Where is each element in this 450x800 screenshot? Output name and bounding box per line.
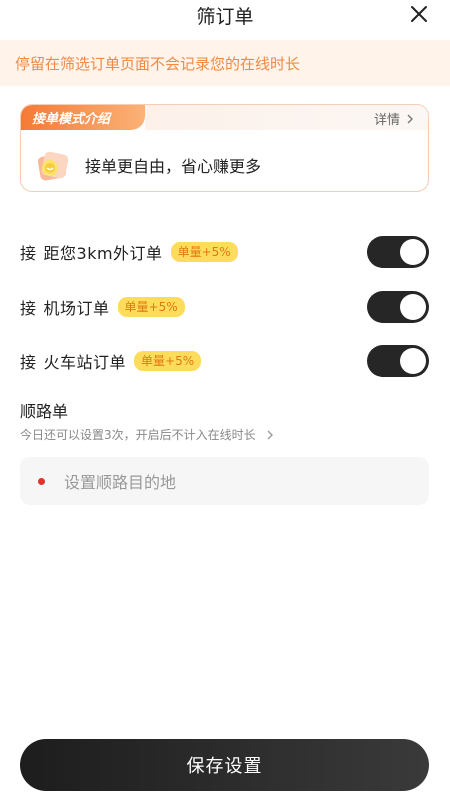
row-prefix: 接 [20,353,37,372]
route-order-subtitle: 今日还可以设置3次，开启后不计入在线时长 [20,428,256,442]
save-settings-label: 保存设置 [186,756,263,777]
airport-orders-toggle[interactable] [367,291,429,323]
chevron-right-icon [407,114,413,123]
row-prefix: 接 [20,299,37,318]
toggle-knob [400,239,426,265]
close-icon [411,6,427,22]
coin-wallet-icon [37,151,69,181]
mode-intro-tag-text: 接单模式介绍 [32,112,111,127]
route-order-title: 顺路单 [20,402,69,421]
row-label: 火车站订单 [43,353,127,372]
volume-badge: 单量+5% [117,297,185,317]
station-orders-toggle[interactable] [367,345,429,377]
switch-row-station-orders: 接 火车站订单 单量+5% [20,344,429,378]
route-destination-placeholder: 设置顺路目的地 [64,473,177,492]
far-orders-toggle[interactable] [367,236,429,268]
route-order-subtitle-link[interactable]: 今日还可以设置3次，开启后不计入在线时长 [20,426,276,443]
destination-dot-icon [38,477,45,485]
route-destination-input[interactable]: 设置顺路目的地 [20,457,429,505]
detail-label: 详情 [373,113,400,128]
save-settings-button[interactable]: 保存设置 [20,739,429,791]
switch-row-far-orders: 接 距您3km外订单 单量+5% [20,235,429,269]
page-header: 筛订单 [0,0,450,30]
notice-text: 停留在筛选订单页面不会记录您的在线时长 [15,54,301,73]
mode-card-body: 接单更自由，省心赚更多 [33,145,261,185]
row-label: 距您3km外订单 [43,244,163,263]
mode-detail-link[interactable]: 详情 [374,109,416,128]
switch-row-airport-orders: 接 机场订单 单量+5% [20,290,429,324]
mode-intro-tag: 接单模式介绍 [21,105,145,130]
row-label: 机场订单 [43,299,110,318]
toggle-knob [400,348,426,374]
page-title: 筛订单 [196,5,254,28]
volume-badge: 单量+5% [170,242,238,262]
chevron-right-icon [267,430,273,439]
notice-banner: 停留在筛选订单页面不会记录您的在线时长 [0,40,450,86]
mode-description: 接单更自由，省心赚更多 [85,157,262,176]
volume-badge: 单量+5% [134,351,202,371]
toggle-knob [400,294,426,320]
close-button[interactable] [406,1,432,27]
row-prefix: 接 [20,244,37,263]
order-mode-card: 接单模式介绍 详情 接单更自由，省心赚更多 [20,104,429,192]
